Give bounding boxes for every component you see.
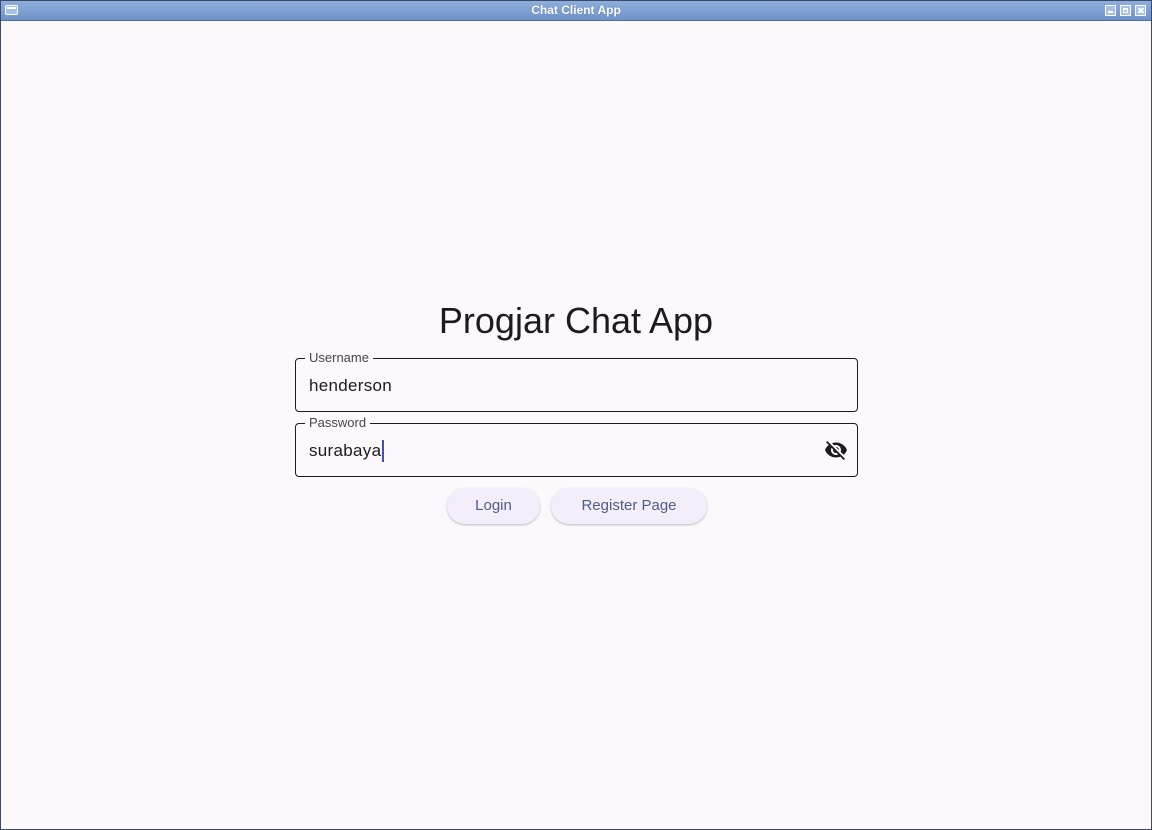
username-label: Username (305, 350, 373, 366)
maximize-icon[interactable] (1120, 5, 1131, 16)
register-page-button[interactable]: Register Page (551, 488, 707, 524)
text-caret (382, 440, 385, 462)
login-button[interactable]: Login (447, 488, 540, 524)
visibility-off-icon[interactable] (823, 437, 849, 463)
minimize-icon[interactable] (1105, 5, 1116, 16)
window-titlebar[interactable]: Chat Client App (1, 1, 1151, 21)
window-title: Chat Client App (531, 3, 621, 17)
username-input[interactable]: henderson (309, 375, 392, 397)
username-field[interactable]: Username henderson (295, 350, 858, 412)
close-icon[interactable] (1135, 5, 1146, 16)
password-input-wrap[interactable]: surabaya (309, 440, 385, 462)
password-label: Password (305, 415, 371, 431)
password-input[interactable]: surabaya (309, 441, 381, 460)
password-field[interactable]: Password surabaya (295, 415, 858, 477)
app-window: Chat Client App Progjar Chat App Usernam… (0, 0, 1152, 830)
page-title: Progjar Chat App (438, 300, 714, 341)
